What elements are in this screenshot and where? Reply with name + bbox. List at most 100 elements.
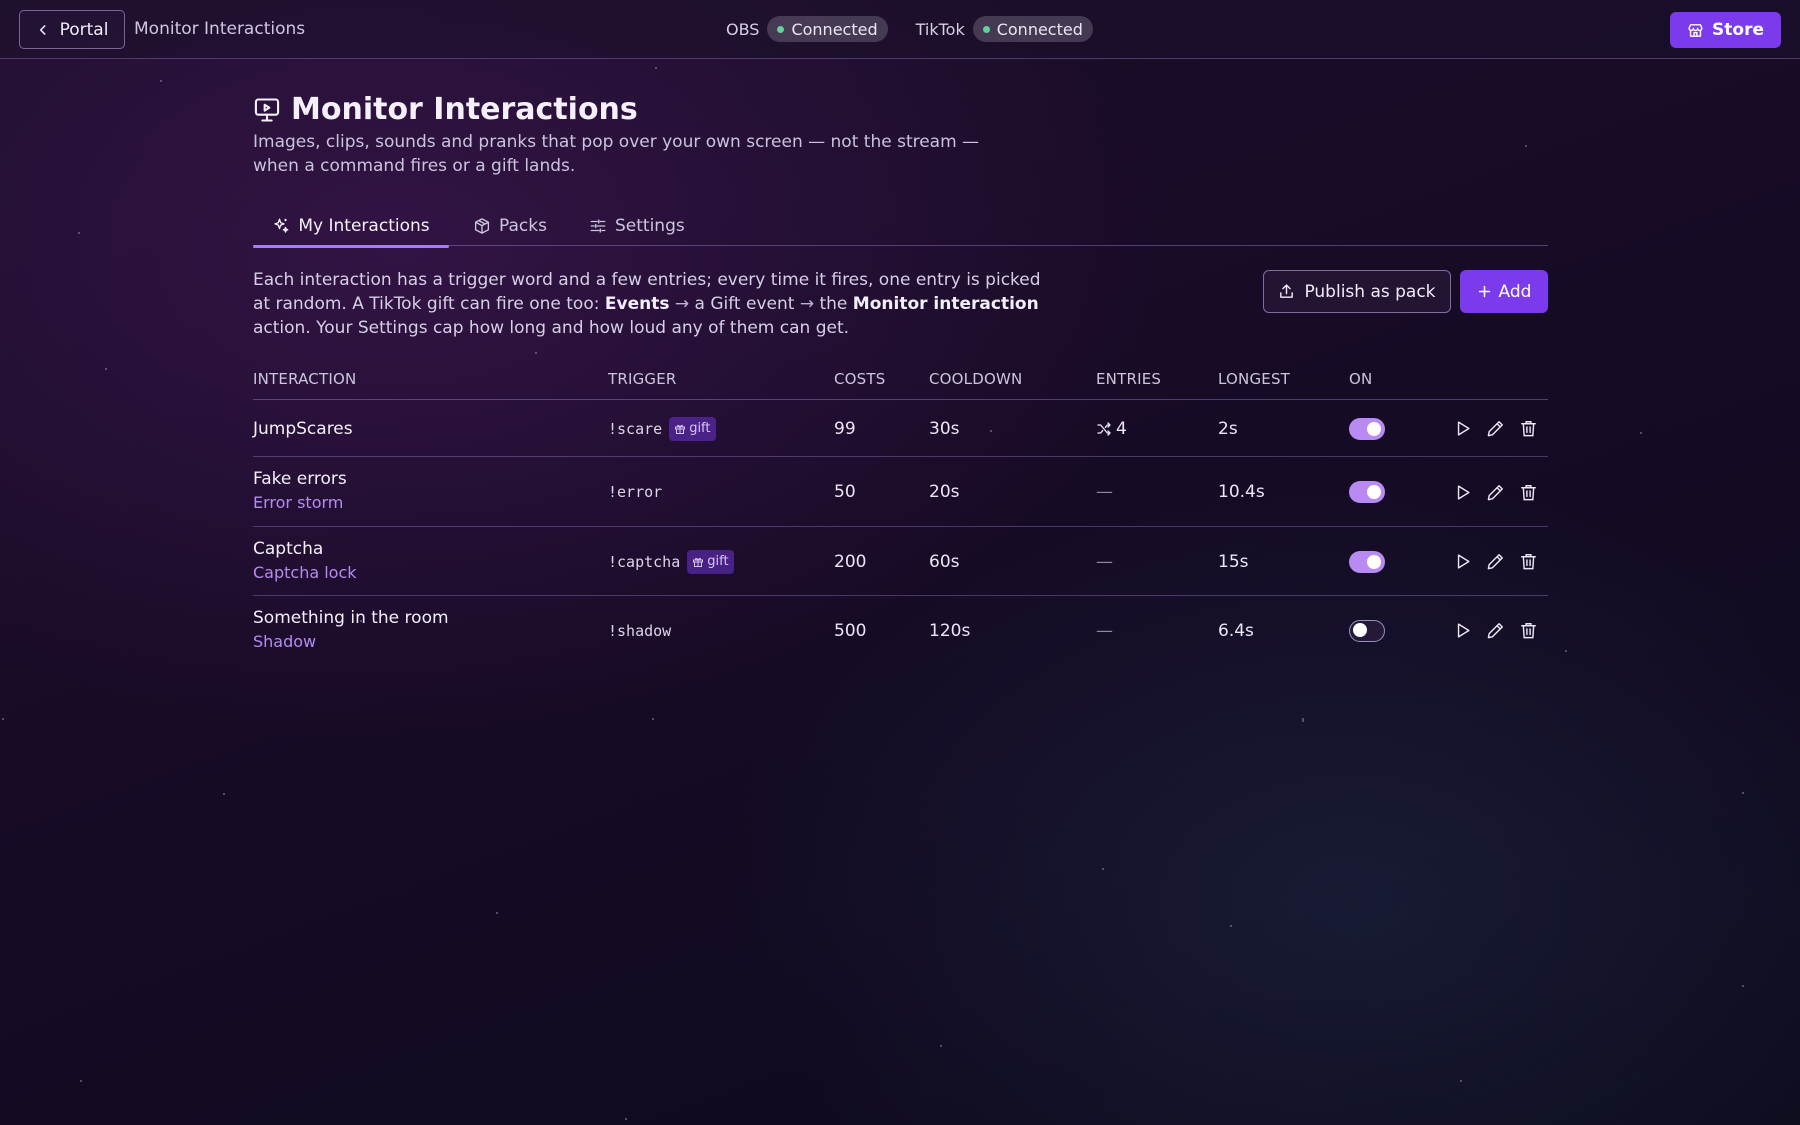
interactions-table: INTERACTION TRIGGER COSTS COOLDOWN ENTRI… bbox=[253, 362, 1548, 665]
cooldown-value: 20s bbox=[929, 482, 960, 502]
upload-icon bbox=[1280, 284, 1294, 298]
publish-as-pack-button[interactable]: Publish as pack bbox=[1263, 270, 1451, 313]
tab-settings[interactable]: Settings bbox=[589, 206, 685, 246]
gift-icon bbox=[693, 557, 704, 567]
obs-status-text: Connected bbox=[791, 19, 878, 39]
monitor-play-icon bbox=[254, 97, 280, 122]
tab-bar: My Interactions Packs Settings bbox=[253, 206, 1548, 248]
trash-icon[interactable] bbox=[1519, 419, 1538, 438]
column-header-interaction: INTERACTION bbox=[253, 370, 357, 388]
table-row: JumpScares !scare gift 99 30s 4 2s bbox=[253, 400, 1548, 457]
longest-value: 2s bbox=[1218, 418, 1238, 439]
edit-pencil-icon[interactable] bbox=[1486, 552, 1505, 571]
play-icon[interactable] bbox=[1453, 483, 1472, 502]
column-header-longest: LONGEST bbox=[1218, 370, 1291, 388]
interaction-name: Captcha bbox=[253, 539, 324, 559]
status-dot-icon bbox=[982, 25, 990, 33]
tiktok-status-badge: Connected bbox=[972, 16, 1093, 42]
sparkles-icon bbox=[274, 218, 289, 233]
column-header-on: ON bbox=[1349, 370, 1373, 388]
gift-badge: gift bbox=[687, 549, 734, 574]
back-to-portal-button[interactable]: Portal bbox=[19, 10, 125, 49]
longest-value: 10.4s bbox=[1218, 482, 1265, 502]
costs-value: 99 bbox=[834, 418, 856, 439]
store-button-label: Store bbox=[1712, 20, 1764, 40]
status-dot-icon bbox=[777, 25, 785, 33]
breadcrumb-current: Monitor Interactions bbox=[134, 19, 306, 39]
enabled-toggle[interactable] bbox=[1349, 619, 1385, 642]
table-row: Something in the room Shadow !shadow 500… bbox=[253, 596, 1548, 665]
edit-pencil-icon[interactable] bbox=[1486, 419, 1505, 438]
longest-value: 6.4s bbox=[1218, 620, 1254, 641]
tab-packs[interactable]: Packs bbox=[473, 206, 547, 246]
add-interaction-button[interactable]: Add bbox=[1460, 270, 1548, 313]
play-icon[interactable] bbox=[1453, 552, 1472, 571]
tab-my-interactions[interactable]: My Interactions bbox=[253, 206, 449, 248]
entries-value: — bbox=[1096, 551, 1113, 572]
row-actions bbox=[1453, 596, 1538, 665]
costs-value: 200 bbox=[834, 551, 867, 572]
column-header-costs: COSTS bbox=[834, 370, 886, 388]
costs-value: 500 bbox=[834, 620, 867, 641]
edit-pencil-icon[interactable] bbox=[1486, 483, 1505, 502]
longest-value: 15s bbox=[1218, 551, 1249, 572]
cooldown-value: 60s bbox=[929, 551, 960, 572]
page-header: Monitor Interactions bbox=[253, 92, 638, 127]
interaction-subtitle: Error storm bbox=[253, 493, 344, 512]
tiktok-status-text: Connected bbox=[996, 19, 1083, 39]
trigger-word: !shadow bbox=[608, 621, 672, 640]
costs-value: 50 bbox=[834, 482, 856, 502]
interaction-name: Fake errors bbox=[253, 469, 347, 489]
obs-status-badge: Connected bbox=[767, 16, 888, 42]
cooldown-value: 30s bbox=[929, 418, 960, 439]
row-actions bbox=[1453, 527, 1538, 596]
play-icon[interactable] bbox=[1453, 419, 1472, 438]
enabled-toggle[interactable] bbox=[1349, 481, 1385, 503]
trigger-word: !captcha bbox=[608, 552, 681, 571]
cooldown-value: 120s bbox=[929, 620, 971, 641]
obs-label: OBS bbox=[726, 19, 760, 39]
tab-label: Packs bbox=[499, 216, 547, 236]
tab-label: My Interactions bbox=[298, 216, 430, 236]
sliders-icon bbox=[590, 219, 606, 233]
entries-value: — bbox=[1096, 620, 1113, 641]
page-title: Monitor Interactions bbox=[291, 92, 638, 127]
edit-pencil-icon[interactable] bbox=[1486, 621, 1505, 640]
enabled-toggle[interactable] bbox=[1349, 417, 1385, 440]
package-icon bbox=[474, 218, 490, 234]
row-actions bbox=[1453, 400, 1538, 457]
entries-value: — bbox=[1096, 482, 1113, 502]
trash-icon[interactable] bbox=[1519, 621, 1538, 640]
table-row: Fake errors Error storm !error 50 20s — … bbox=[253, 457, 1548, 527]
interaction-name: JumpScares bbox=[253, 418, 353, 439]
tab-label: Settings bbox=[615, 216, 685, 236]
table-row: Captcha Captcha lock !captcha gift 200 6… bbox=[253, 527, 1548, 596]
page-subtitle: Images, clips, sounds and pranks that po… bbox=[253, 132, 980, 176]
trash-icon[interactable] bbox=[1519, 483, 1538, 502]
intro-text: Each interaction has a trigger word and … bbox=[253, 270, 1041, 338]
enabled-toggle[interactable] bbox=[1349, 550, 1385, 573]
back-button-label: Portal bbox=[59, 19, 109, 40]
add-button-label: Add bbox=[1498, 281, 1532, 302]
interaction-subtitle: Shadow bbox=[253, 632, 317, 651]
store-button[interactable]: Store bbox=[1670, 12, 1781, 48]
top-bar: Portal Monitor Interactions OBS Connecte… bbox=[0, 0, 1800, 59]
column-header-trigger: TRIGGER bbox=[608, 370, 677, 388]
storefront-icon bbox=[1688, 23, 1703, 37]
interaction-subtitle: Captcha lock bbox=[253, 563, 357, 582]
table-header: INTERACTION TRIGGER COSTS COOLDOWN ENTRI… bbox=[253, 362, 1548, 400]
publish-button-label: Publish as pack bbox=[1304, 281, 1436, 302]
trigger-word: !error bbox=[608, 483, 663, 501]
interaction-name: Something in the room bbox=[253, 608, 449, 628]
trigger-word: !scare bbox=[608, 419, 663, 438]
row-actions bbox=[1453, 457, 1538, 527]
gift-badge: gift bbox=[669, 416, 716, 441]
connection-status: OBS Connected TikTok Connected bbox=[726, 16, 1093, 42]
tiktok-label: TikTok bbox=[915, 19, 965, 39]
chevron-left-icon bbox=[39, 24, 46, 35]
play-icon[interactable] bbox=[1453, 621, 1472, 640]
column-header-entries: ENTRIES bbox=[1096, 370, 1162, 388]
trash-icon[interactable] bbox=[1519, 552, 1538, 571]
shuffle-icon bbox=[1097, 421, 1111, 436]
column-header-cooldown: COOLDOWN bbox=[929, 370, 1023, 388]
